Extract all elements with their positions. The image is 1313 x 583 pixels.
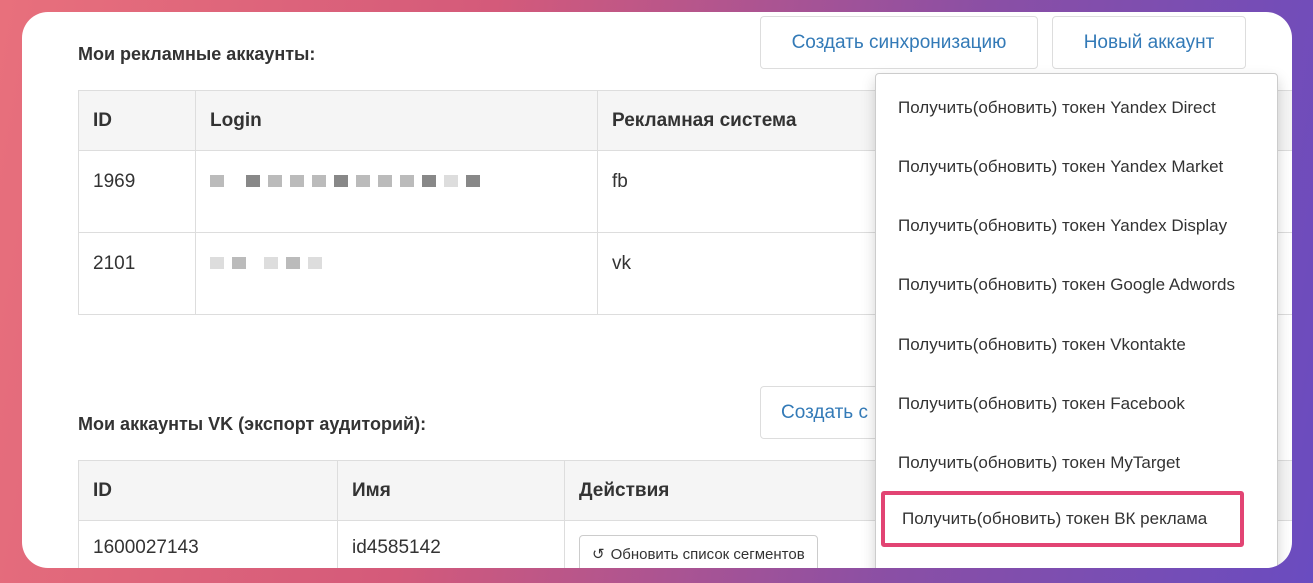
vk-accounts-title: Мои аккаунты VK (экспорт аудиторий): [78, 414, 427, 434]
history-icon: ↺ [592, 546, 605, 563]
row-login-redacted [195, 232, 598, 315]
row-login-redacted [195, 150, 598, 233]
menu-item-vk-ads[interactable]: Получить(обновить) токен ВК реклама [881, 491, 1244, 547]
refresh-segments-label: Обновить список сегментов [610, 545, 805, 563]
row-id: 1969 [78, 150, 196, 233]
col-id: ID [78, 90, 196, 151]
menu-item-mytarget[interactable]: Получить(обновить) токен MyTarget [876, 448, 1277, 478]
main-card: Мои рекламные аккаунты: Создать синхрони… [22, 12, 1292, 568]
ad-accounts-title: Мои рекламные аккаунты: [78, 44, 316, 64]
col-login: Login [195, 90, 598, 151]
menu-item-google-adwords[interactable]: Получить(обновить) токен Google Adwords [876, 270, 1277, 300]
col-id: ID [78, 460, 338, 521]
row-name: id4585142 [337, 520, 565, 568]
new-account-button[interactable]: Новый аккаунт [1052, 16, 1246, 69]
menu-item-vkontakte[interactable]: Получить(обновить) токен Vkontakte [876, 330, 1277, 360]
create-sync-button[interactable]: Создать синхронизацию [760, 16, 1038, 69]
new-account-dropdown: Получить(обновить) токен Yandex Direct П… [875, 73, 1278, 568]
refresh-segments-button[interactable]: ↺ Обновить список сегментов [579, 535, 818, 568]
menu-item-yandex-display[interactable]: Получить(обновить) токен Yandex Display [876, 211, 1277, 241]
row-id: 2101 [78, 232, 196, 315]
create-vk-button[interactable]: Создать с [760, 386, 890, 439]
col-name: Имя [337, 460, 565, 521]
menu-item-facebook[interactable]: Получить(обновить) токен Facebook [876, 389, 1277, 419]
menu-item-yandex-market[interactable]: Получить(обновить) токен Yandex Market [876, 152, 1277, 182]
menu-item-yandex-direct[interactable]: Получить(обновить) токен Yandex Direct [876, 93, 1277, 123]
row-id: 1600027143 [78, 520, 338, 568]
